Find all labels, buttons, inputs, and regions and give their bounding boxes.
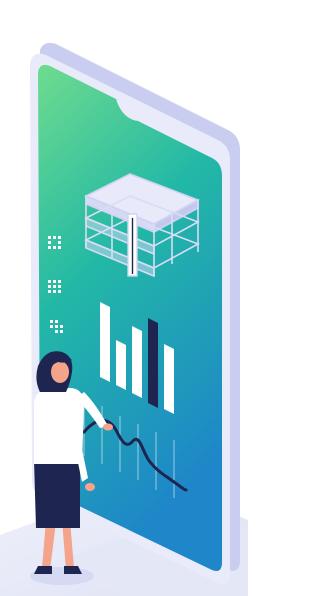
- bar: [164, 344, 174, 414]
- bar: [100, 302, 110, 382]
- bar: [132, 326, 142, 398]
- grid-icon: [48, 280, 61, 293]
- illustration-canvas: [0, 42, 248, 596]
- bar: [116, 340, 126, 390]
- bar-highlight: [148, 318, 158, 408]
